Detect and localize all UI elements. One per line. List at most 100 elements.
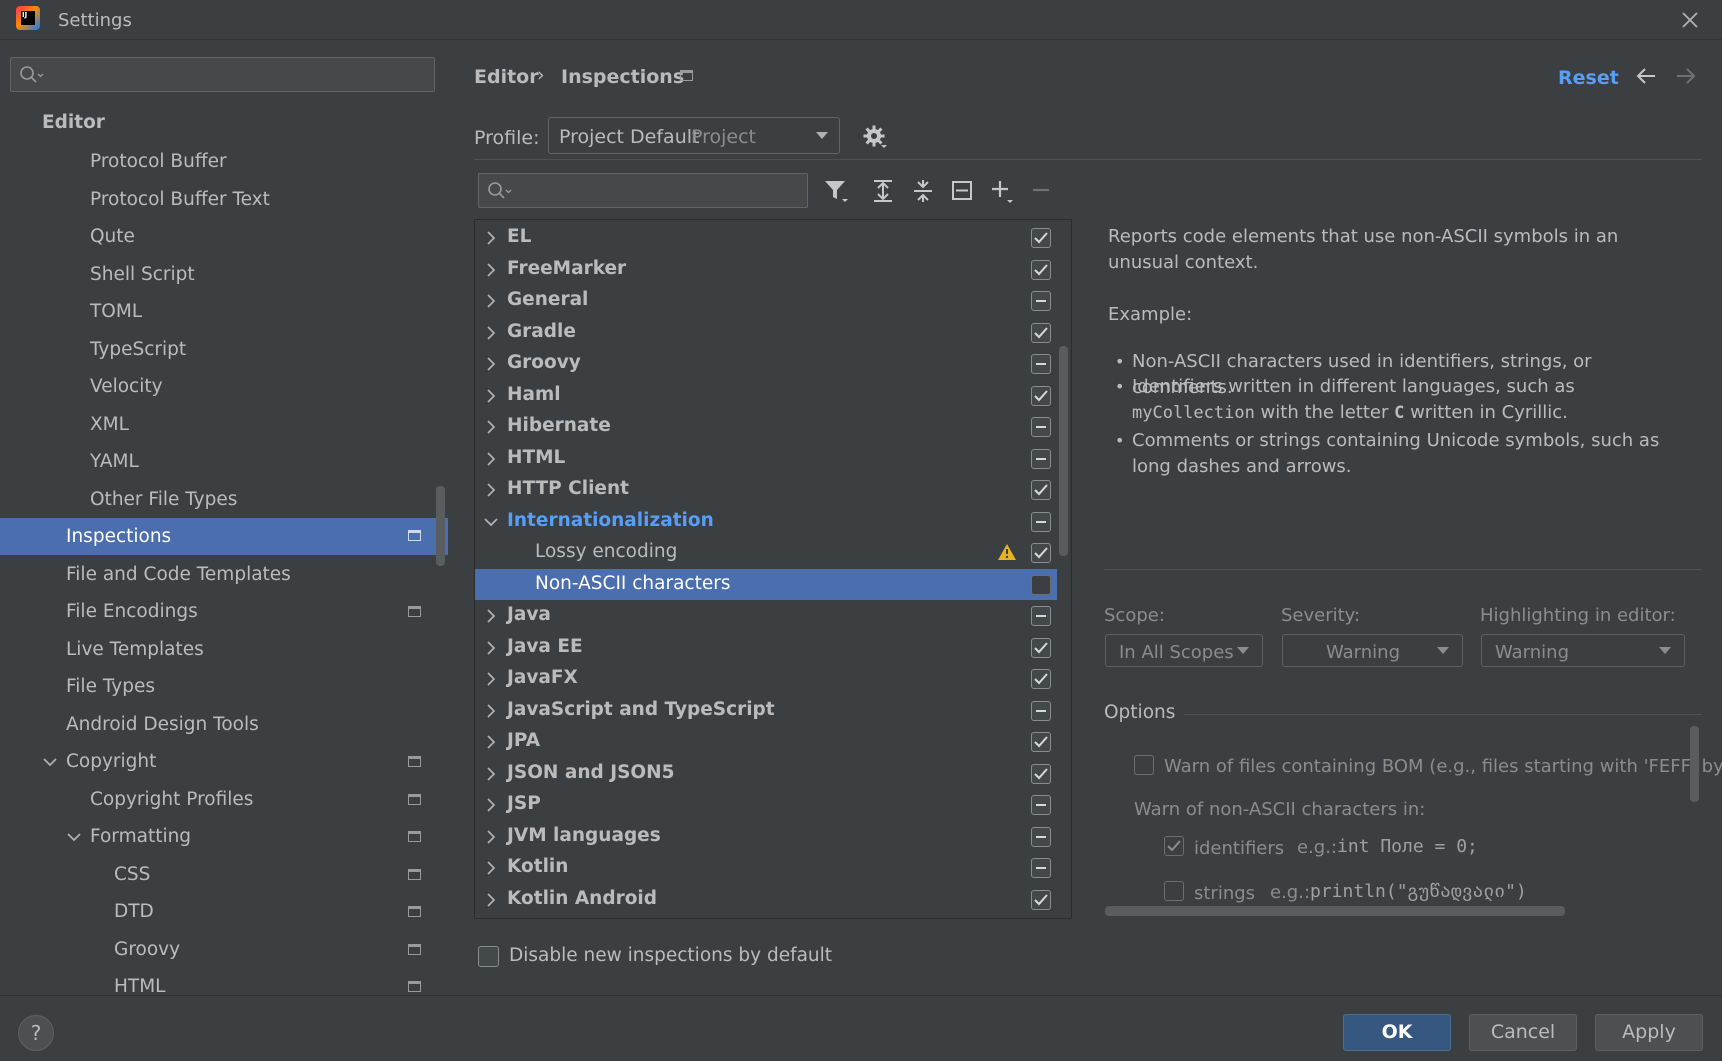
inspection-checkbox[interactable]	[1031, 323, 1051, 343]
sidebar-item-copyright[interactable]: Copyright	[0, 744, 448, 780]
inspection-checkbox[interactable]	[1031, 764, 1051, 784]
inspection-checkbox[interactable]	[1031, 669, 1051, 689]
chevron-down-icon[interactable]	[66, 829, 82, 845]
tree-row-javascript-and-typescript[interactable]: JavaScript and TypeScript	[475, 695, 1057, 726]
sidebar-scrollbar[interactable]	[436, 486, 445, 566]
tree-row-el[interactable]: EL	[475, 222, 1057, 253]
help-button[interactable]: ?	[18, 1015, 54, 1051]
tree-row-java-ee[interactable]: Java EE	[475, 632, 1057, 663]
sidebar-item-shell-script[interactable]: Shell Script	[0, 257, 448, 293]
disable-new-inspections-checkbox[interactable]	[478, 946, 499, 967]
sidebar-item-formatting-css[interactable]: CSS	[0, 857, 448, 893]
sidebar-item-android-design-tools[interactable]: Android Design Tools	[0, 707, 448, 743]
inspection-checkbox[interactable]	[1031, 354, 1051, 374]
chevron-down-icon[interactable]	[483, 514, 499, 530]
tree-row-jpa[interactable]: JPA	[475, 726, 1057, 757]
chevron-right-icon[interactable]	[483, 482, 499, 498]
tree-row-java[interactable]: Java	[475, 600, 1057, 631]
chevron-right-icon[interactable]	[483, 356, 499, 372]
tree-row-non-ascii-characters[interactable]: Non-ASCII characters	[475, 569, 1057, 600]
ok-button[interactable]: OK	[1343, 1014, 1451, 1051]
chevron-down-icon[interactable]	[42, 754, 58, 770]
chevron-right-icon[interactable]	[483, 703, 499, 719]
tree-row-groovy[interactable]: Groovy	[475, 348, 1057, 379]
inspections-search-input[interactable]	[478, 173, 808, 208]
tree-row-hibernate[interactable]: Hibernate	[475, 411, 1057, 442]
sidebar-item-file-types[interactable]: File Types	[0, 669, 448, 705]
chevron-right-icon[interactable]	[483, 325, 499, 341]
inspection-checkbox[interactable]	[1031, 228, 1051, 248]
inspection-checkbox[interactable]	[1031, 701, 1051, 721]
options-scrollbar[interactable]	[1690, 726, 1699, 802]
inspection-checkbox[interactable]	[1031, 575, 1051, 595]
tree-row-json-and-json5[interactable]: JSON and JSON5	[475, 758, 1057, 789]
inspection-checkbox[interactable]	[1031, 417, 1051, 437]
inspection-checkbox[interactable]	[1031, 480, 1051, 500]
chevron-right-icon[interactable]	[483, 797, 499, 813]
inspection-checkbox[interactable]	[1031, 890, 1051, 910]
back-arrow-icon[interactable]	[1633, 63, 1659, 89]
chevron-right-icon[interactable]	[483, 829, 499, 845]
collapse-all-icon[interactable]	[911, 178, 937, 204]
cancel-button[interactable]: Cancel	[1469, 1014, 1577, 1051]
chevron-right-icon[interactable]	[483, 860, 499, 876]
inspection-checkbox[interactable]	[1031, 606, 1051, 626]
sidebar-search-input[interactable]	[10, 57, 435, 92]
inspection-checkbox[interactable]	[1031, 858, 1051, 878]
chevron-right-icon[interactable]	[483, 230, 499, 246]
chevron-right-icon[interactable]	[483, 671, 499, 687]
inspection-checkbox[interactable]	[1031, 795, 1051, 815]
breadcrumb-editor[interactable]: Editor	[474, 66, 539, 88]
sidebar-item-qute[interactable]: Qute	[0, 219, 448, 255]
tree-row-http-client[interactable]: HTTP Client	[475, 474, 1057, 505]
sidebar-item-formatting-groovy[interactable]: Groovy	[0, 932, 448, 968]
tree-scrollbar[interactable]	[1059, 346, 1068, 556]
tree-row-general[interactable]: General	[475, 285, 1057, 316]
chevron-right-icon[interactable]	[483, 608, 499, 624]
tree-row-kotlin-android[interactable]: Kotlin Android	[475, 884, 1057, 915]
tree-row-freemarker[interactable]: FreeMarker	[475, 254, 1057, 285]
tree-row-gradle[interactable]: Gradle	[475, 317, 1057, 348]
inspection-checkbox[interactable]	[1031, 638, 1051, 658]
profile-dropdown[interactable]: Project Default Project	[548, 117, 840, 154]
sidebar-item-typescript[interactable]: TypeScript	[0, 332, 448, 368]
close-icon[interactable]	[1676, 6, 1704, 34]
inspection-checkbox[interactable]	[1031, 543, 1051, 563]
sidebar-item-formatting[interactable]: Formatting	[0, 819, 448, 855]
options-horizontal-scrollbar[interactable]	[1105, 906, 1565, 916]
gear-icon[interactable]	[862, 124, 888, 150]
inspection-checkbox[interactable]	[1031, 260, 1051, 280]
chevron-right-icon[interactable]	[483, 734, 499, 750]
tree-row-html[interactable]: HTML	[475, 443, 1057, 474]
sidebar-item-yaml[interactable]: YAML	[0, 444, 448, 480]
tree-row-javafx[interactable]: JavaFX	[475, 663, 1057, 694]
inspection-checkbox[interactable]	[1031, 291, 1051, 311]
chevron-right-icon[interactable]	[483, 451, 499, 467]
sidebar-item-other-file-types[interactable]: Other File Types	[0, 482, 448, 518]
sidebar-item-protocol-buffer[interactable]: Protocol Buffer	[0, 144, 448, 180]
reset-link[interactable]: Reset	[1558, 67, 1619, 89]
tree-row-haml[interactable]: Haml	[475, 380, 1057, 411]
tree-row-lossy-encoding[interactable]: Lossy encoding	[475, 537, 1057, 568]
sidebar-item-live-templates[interactable]: Live Templates	[0, 632, 448, 668]
expand-all-icon[interactable]	[871, 178, 897, 204]
tree-row-internationalization[interactable]: Internationalization	[475, 506, 1057, 537]
inspection-checkbox[interactable]	[1031, 732, 1051, 752]
chevron-right-icon[interactable]	[483, 293, 499, 309]
chevron-right-icon[interactable]	[483, 262, 499, 278]
chevron-right-icon[interactable]	[483, 388, 499, 404]
sidebar-item-velocity[interactable]: Velocity	[0, 369, 448, 405]
sidebar-item-xml[interactable]: XML	[0, 407, 448, 443]
chevron-right-icon[interactable]	[483, 640, 499, 656]
sidebar-item-inspections[interactable]: Inspections	[0, 518, 448, 555]
inspection-checkbox[interactable]	[1031, 386, 1051, 406]
sidebar-item-toml[interactable]: TOML	[0, 294, 448, 330]
tree-row-kotlin[interactable]: Kotlin	[475, 852, 1057, 883]
chevron-right-icon[interactable]	[483, 766, 499, 782]
inspection-checkbox[interactable]	[1031, 449, 1051, 469]
tree-row-jvm-languages[interactable]: JVM languages	[475, 821, 1057, 852]
filter-icon[interactable]	[823, 178, 849, 204]
disable-new-inspections-label[interactable]: Disable new inspections by default	[509, 945, 832, 966]
chevron-right-icon[interactable]	[483, 419, 499, 435]
sidebar-item-file-and-code-templates[interactable]: File and Code Templates	[0, 557, 448, 593]
